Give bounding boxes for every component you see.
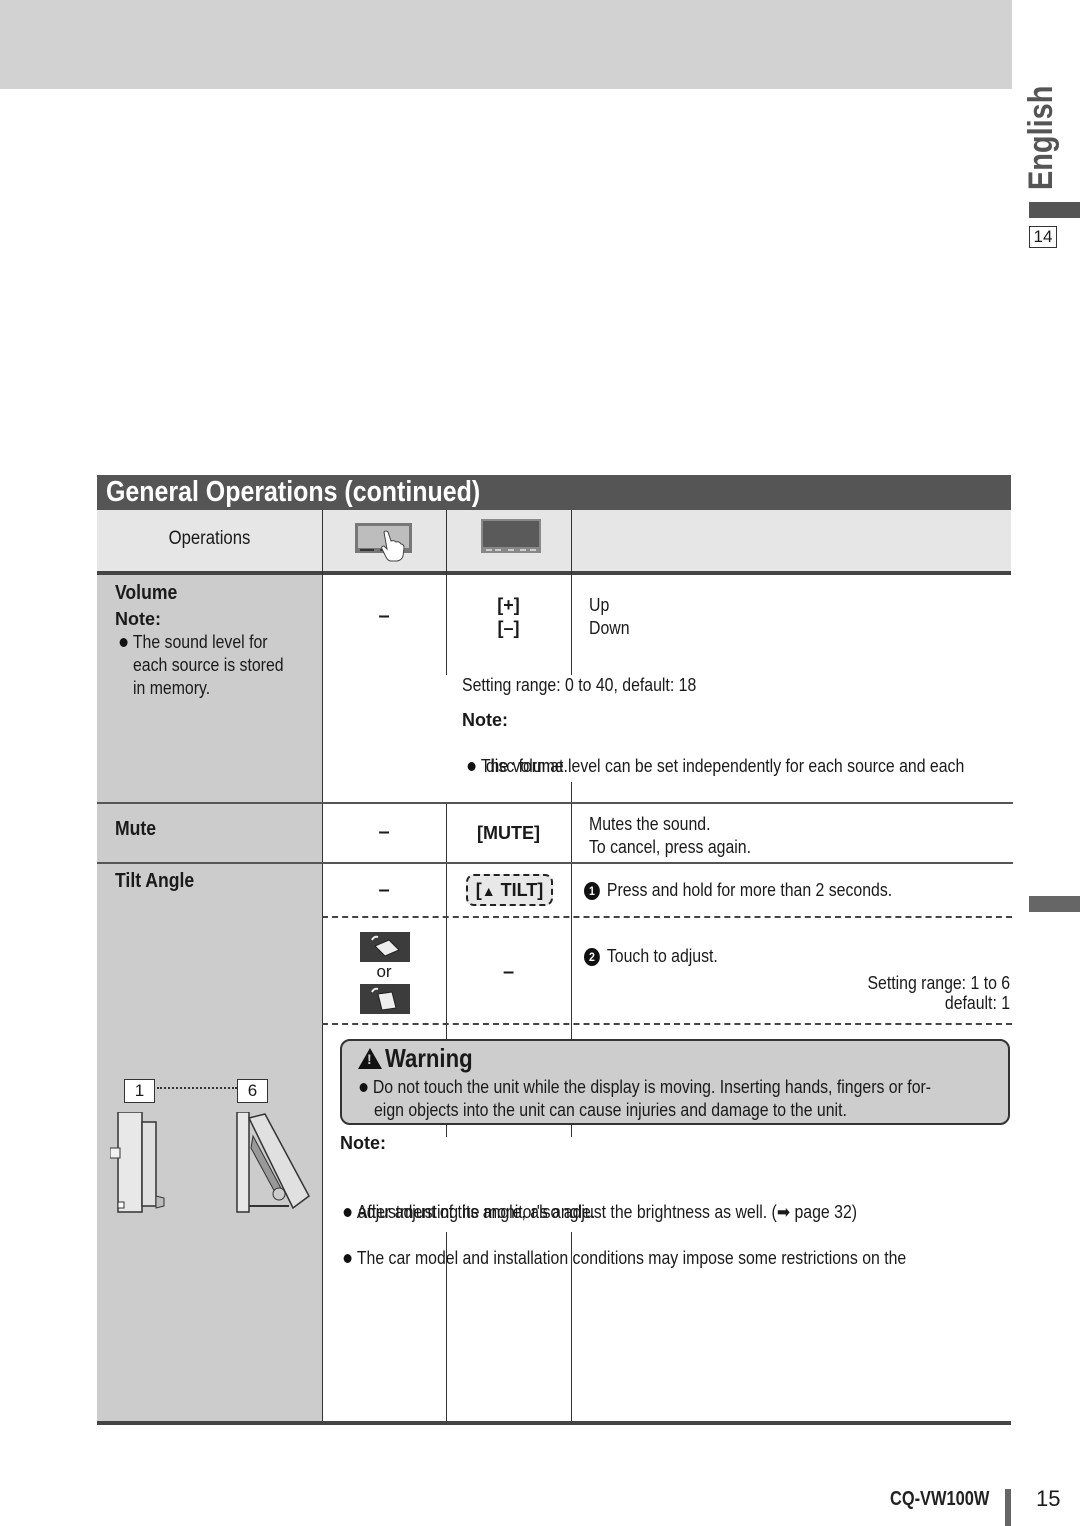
page-number: 15: [1036, 1486, 1061, 1511]
unit-panel-icon: [481, 519, 541, 553]
volume-down-action: Down: [589, 618, 630, 638]
footer-divider: [1005, 1489, 1011, 1526]
tilt-button-label: TILT: [500, 880, 538, 900]
tilt-title-text: Tilt Angle: [115, 870, 195, 892]
warning-icon: [358, 1048, 382, 1069]
volume-setting-range: Setting range: 0 to 40, default: 18: [462, 675, 697, 695]
warning-line: Do not touch the unit while the display …: [357, 1076, 943, 1099]
page-reference-box: 14: [1029, 226, 1057, 248]
volume-note-line: in memory.: [133, 678, 211, 698]
mute-title: Mute: [115, 818, 162, 841]
volume-up-button[interactable]: [+]: [446, 594, 571, 617]
angle-min-box: 1: [124, 1079, 155, 1103]
volume-title-text: Volume: [115, 582, 178, 604]
section-side-marker: [1029, 896, 1080, 912]
tilt-backward-icon[interactable]: [360, 984, 410, 1014]
column-divider: [446, 1125, 447, 1137]
operations-header-text: Operations: [168, 528, 251, 549]
volume-note2-label: Note:: [462, 710, 508, 730]
row-separator: [97, 862, 1013, 864]
volume-note-label: Note:: [115, 609, 161, 629]
model-name: CQ-VW100W: [890, 1488, 1011, 1511]
section-title: General Operations (continued): [97, 475, 1011, 510]
column-divider: [571, 804, 572, 1039]
tilt-step1-text: Press and hold for more than 2 seconds.: [606, 880, 893, 900]
tilt-note-label: Note:: [340, 1133, 386, 1153]
warning-box: Warning Do not touch the unit while the …: [340, 1039, 1010, 1125]
dashed-separator: [322, 1023, 1012, 1025]
tilt-step1: 1 Press and hold for more than 2 seconds.: [584, 879, 892, 902]
volume-title: Volume: [115, 582, 186, 605]
volume-up-action: Up: [589, 595, 610, 615]
language-tab-bar: [1029, 202, 1080, 218]
touch-panel-icon: [355, 523, 412, 562]
tilt-note-item: The car model and installation condition…: [341, 1247, 1080, 1270]
model-name-text: CQ-VW100W: [890, 1488, 990, 1510]
mute-button[interactable]: [MUTE]: [446, 822, 571, 845]
angle-max-box: 6: [237, 1079, 268, 1103]
volume-down-button[interactable]: [–]: [446, 617, 571, 640]
step-number-icon: 2: [584, 948, 600, 966]
mute-desc-line: To cancel, press again.: [589, 837, 752, 857]
tilt-unit-value: –: [502, 961, 515, 983]
language-tab-label: English: [1022, 85, 1060, 190]
volume-touch-value: –: [378, 605, 390, 627]
warning-title: Warning: [358, 1043, 488, 1074]
tilt-default: default: 1: [936, 992, 1010, 1015]
tilt-title: Tilt Angle: [115, 870, 205, 893]
eject-icon: ▲: [481, 883, 496, 899]
page-top-band: [0, 0, 1012, 89]
tilt-touch-value: –: [378, 879, 390, 901]
tilt-default-text: default: 1: [944, 993, 1010, 1013]
monitor-upright-illustration: [110, 1112, 165, 1213]
tilt-forward-icon[interactable]: [360, 932, 410, 962]
monitor-tilted-illustration: [236, 1112, 310, 1213]
operations-column: [97, 575, 322, 1423]
column-divider: [571, 782, 572, 802]
step-number-icon: 1: [584, 882, 600, 900]
volume-note-line: each source is stored: [133, 655, 284, 675]
warning-line: eign objects into the unit can cause inj…: [374, 1100, 847, 1120]
row-separator: [97, 802, 1013, 804]
warning-title-text: Warning: [385, 1043, 473, 1073]
tilt-step2-text: Touch to adjust.: [606, 946, 718, 966]
tilt-note-item-cont: adjustment of the monitor's angle.: [358, 1202, 596, 1222]
section-title-text: General Operations (continued): [106, 476, 481, 508]
operations-header: Operations: [97, 528, 322, 550]
tilt-button[interactable]: [▲ TILT]: [466, 874, 553, 906]
dashed-separator: [322, 916, 1012, 918]
column-divider: [571, 1125, 572, 1137]
mute-title-text: Mute: [115, 818, 157, 840]
table-bottom-rule: [97, 1421, 1011, 1425]
mute-touch-value: –: [378, 821, 390, 843]
mute-desc-line: Mutes the sound.: [589, 814, 711, 834]
tilt-or-label: or: [376, 962, 392, 981]
tilt-step2: 2 Touch to adjust.: [584, 945, 718, 968]
angle-range-dots: [157, 1087, 237, 1089]
volume-note2-line: disc format.: [486, 756, 568, 776]
